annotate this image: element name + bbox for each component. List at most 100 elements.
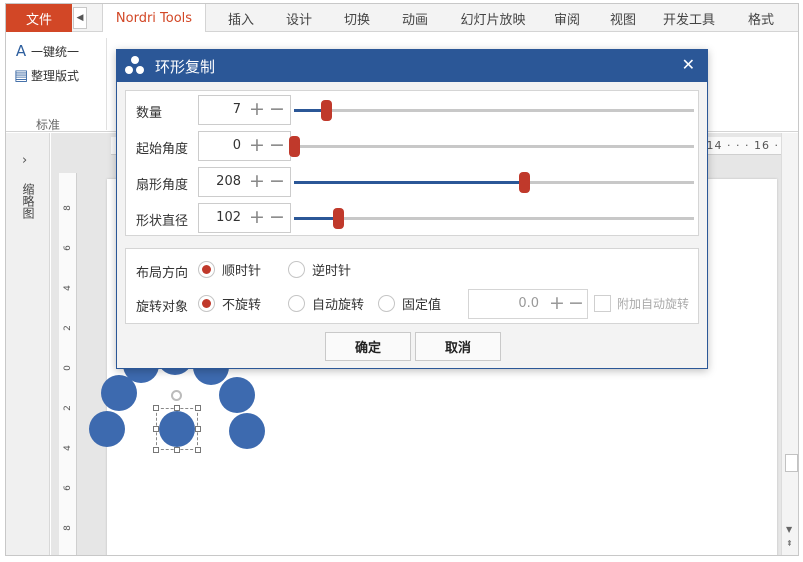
plus-icon[interactable]: +	[549, 291, 565, 315]
tab-view[interactable]: 视图	[598, 4, 648, 32]
ruler-tick: 6	[63, 245, 73, 251]
tab-nordri-tools[interactable]: Nordri Tools	[102, 4, 206, 33]
checkbox-box[interactable]	[594, 295, 611, 312]
ruler-tick: 8	[63, 205, 73, 211]
circle-shape[interactable]	[229, 413, 265, 449]
rotate-object-label: 旋转对象	[136, 300, 189, 315]
slider-fill	[294, 217, 338, 220]
sector-angle-label: 扇形角度	[136, 178, 189, 193]
start-angle-value[interactable]: 0	[203, 138, 241, 153]
checkbox-label: 附加自动旋转	[617, 297, 690, 311]
radio-no-rotate[interactable]: 不旋转	[198, 294, 261, 313]
vertical-ruler: 8 6 4 2 0 2 4 6 8	[59, 173, 77, 555]
count-slider[interactable]	[294, 100, 694, 121]
count-stepper[interactable]: 7 + −	[198, 95, 291, 125]
tidy-layout-button[interactable]: ▤ 整理版式	[14, 66, 79, 84]
plus-icon[interactable]: +	[249, 133, 265, 157]
minus-icon[interactable]: −	[269, 169, 285, 193]
options-panel: 布局方向 顺时针 逆时针 旋转对象 不旋转 自动旋转 固定值 0.0 + − 附…	[125, 248, 699, 324]
ruler-tick: 6	[63, 485, 73, 491]
sector-angle-stepper[interactable]: 208 + −	[198, 167, 291, 197]
slider-knob[interactable]	[519, 172, 530, 193]
format-icon: ▤	[14, 66, 29, 84]
start-angle-label: 起始角度	[136, 142, 189, 157]
resize-handle[interactable]	[153, 426, 159, 432]
rotate-handle-icon[interactable]	[171, 390, 182, 401]
vertical-scrollbar[interactable]: ▼ ⇞	[781, 133, 798, 555]
chevron-right-icon[interactable]: ›	[22, 153, 27, 168]
powerpoint-window: 文件 ◀ Nordri Tools 插入 设计 切换 动画 幻灯片放映 审阅 视…	[5, 3, 799, 556]
file-tab[interactable]: 文件	[6, 4, 72, 32]
tab-design[interactable]: 设计	[274, 4, 324, 32]
text-a-icon: A	[15, 42, 27, 60]
tidy-layout-label: 整理版式	[31, 68, 80, 83]
tab-review[interactable]: 审阅	[542, 4, 592, 32]
radio-dot[interactable]	[288, 261, 305, 278]
start-angle-stepper[interactable]: 0 + −	[198, 131, 291, 161]
scroll-down-icon[interactable]: ▼	[786, 525, 792, 534]
plus-icon[interactable]: +	[249, 205, 265, 229]
radio-counterclockwise[interactable]: 逆时针	[288, 260, 351, 279]
diameter-stepper[interactable]: 102 + −	[198, 203, 291, 233]
diameter-value[interactable]: 102	[203, 210, 241, 225]
layout-direction-row: 布局方向 顺时针 逆时针	[126, 255, 698, 285]
slider-knob[interactable]	[289, 136, 300, 157]
radio-dot[interactable]	[378, 295, 395, 312]
tab-scroll-left-icon[interactable]: ◀	[73, 7, 87, 29]
rotate-object-row: 旋转对象 不旋转 自动旋转 固定值 0.0 + − 附加自动旋转	[126, 289, 698, 319]
start-angle-slider[interactable]	[289, 136, 694, 157]
sector-angle-value[interactable]: 208	[203, 174, 241, 189]
sector-angle-slider[interactable]	[294, 172, 694, 193]
plus-icon[interactable]: +	[249, 97, 265, 121]
resize-handle[interactable]	[174, 405, 180, 411]
radio-dot[interactable]	[288, 295, 305, 312]
minus-icon[interactable]: −	[269, 133, 285, 157]
extra-auto-rotate-checkbox[interactable]: 附加自动旋转	[594, 295, 689, 312]
tab-insert[interactable]: 插入	[216, 4, 266, 32]
resize-handle[interactable]	[195, 426, 201, 432]
count-value[interactable]: 7	[203, 102, 241, 117]
dialog-title: 环形复制	[155, 57, 216, 76]
radio-fixed-value[interactable]: 固定值	[378, 294, 441, 313]
cancel-button[interactable]: 取消	[415, 332, 501, 361]
ok-button[interactable]: 确定	[325, 332, 411, 361]
resize-handle[interactable]	[153, 405, 159, 411]
ribbon-group-label: 标准	[36, 118, 61, 132]
radio-dot[interactable]	[198, 261, 215, 278]
resize-handle[interactable]	[195, 405, 201, 411]
horizontal-ruler-numbers: 14 · · · 16 ·	[706, 139, 779, 152]
prev-slide-icon[interactable]: ⇞	[786, 539, 793, 548]
slider-row-sector-angle: 扇形角度 208 + −	[126, 164, 698, 200]
slider-knob[interactable]	[333, 208, 344, 229]
radio-clockwise[interactable]: 顺时针	[198, 260, 261, 279]
tab-format[interactable]: 格式	[736, 4, 786, 32]
scrollbar-thumb[interactable]	[785, 454, 798, 472]
slider-knob[interactable]	[321, 100, 332, 121]
diameter-slider[interactable]	[294, 208, 694, 229]
slider-row-count: 数量 7 + −	[126, 92, 698, 128]
radio-label: 固定值	[402, 298, 442, 313]
fixed-value[interactable]: 0.0	[473, 296, 539, 311]
radio-auto-rotate[interactable]: 自动旋转	[288, 294, 364, 313]
resize-handle[interactable]	[174, 447, 180, 453]
thumbnail-pane: › 缩略图	[6, 133, 50, 555]
close-icon[interactable]: ✕	[682, 55, 695, 74]
tab-slideshow[interactable]: 幻灯片放映	[448, 4, 538, 32]
minus-icon[interactable]: −	[269, 97, 285, 121]
radio-dot[interactable]	[198, 295, 215, 312]
unify-button[interactable]: A 一键统一	[14, 42, 79, 60]
resize-handle[interactable]	[195, 447, 201, 453]
thumbnail-pane-label: 缩略图	[21, 183, 35, 219]
fixed-value-stepper[interactable]: 0.0 + −	[468, 289, 588, 319]
ruler-tick: 0	[63, 365, 73, 371]
minus-icon[interactable]: −	[269, 205, 285, 229]
ruler-tick: 4	[63, 285, 73, 291]
plus-icon[interactable]: +	[249, 169, 265, 193]
tab-transitions[interactable]: 切换	[332, 4, 382, 32]
circle-shape[interactable]	[89, 411, 125, 447]
tab-animations[interactable]: 动画	[390, 4, 440, 32]
circle-shape[interactable]	[219, 377, 255, 413]
tab-developer[interactable]: 开发工具	[654, 4, 724, 32]
minus-icon[interactable]: −	[568, 291, 584, 315]
resize-handle[interactable]	[153, 447, 159, 453]
